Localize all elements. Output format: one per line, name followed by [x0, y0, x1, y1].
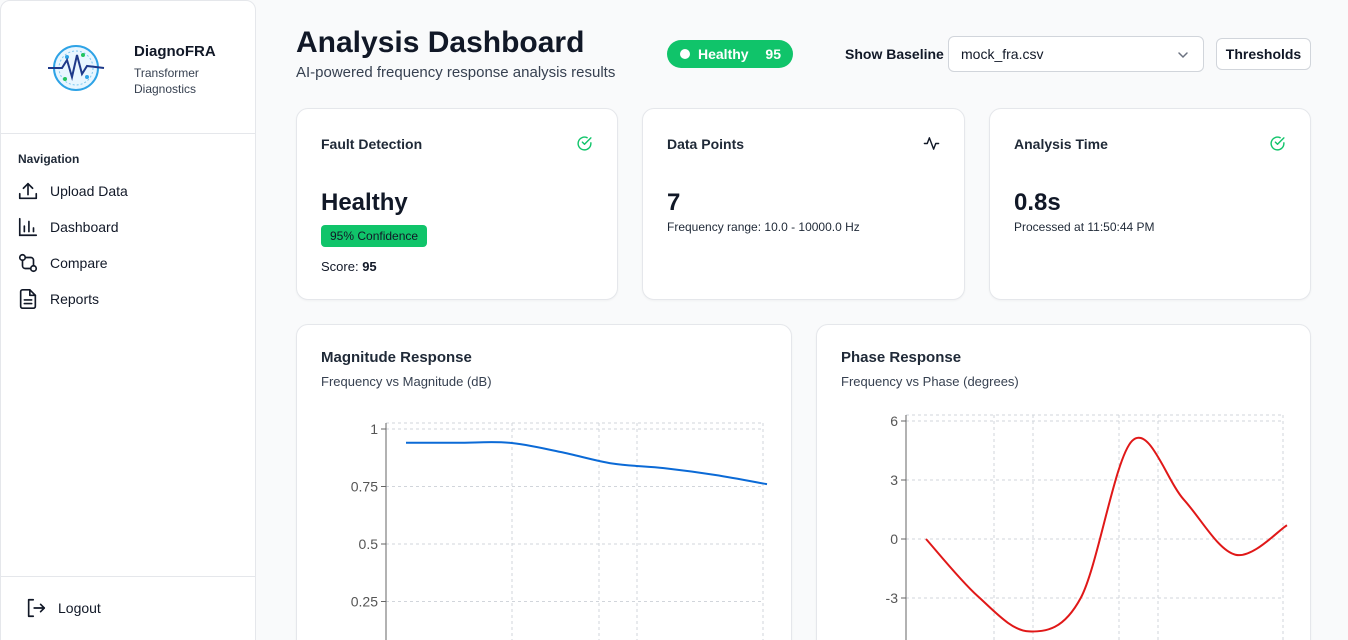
bar-chart-icon — [18, 217, 38, 237]
status-score: 95 — [765, 46, 781, 62]
analysis-time-value: 0.8s — [1014, 189, 1061, 216]
chevron-down-icon — [1178, 52, 1188, 59]
baseline-select-value: mock_fra.csv — [961, 46, 1044, 62]
card-title: Data Points — [667, 136, 745, 152]
baseline-label: Show Baseline — [845, 46, 944, 62]
score-text: Score: 95 — [321, 259, 377, 274]
frequency-range-text: Frequency range: 10.0 - 10000.0 Hz — [667, 220, 860, 234]
activity-icon — [923, 137, 940, 150]
sidebar: DiagnoFRA Transformer Diagnostics Naviga… — [0, 0, 256, 640]
processed-at-text: Processed at 11:50:44 PM — [1014, 220, 1155, 234]
baseline-select[interactable]: mock_fra.csv — [948, 36, 1204, 72]
sidebar-item-label: Upload Data — [50, 183, 128, 199]
page-subtitle: AI-powered frequency response analysis r… — [296, 64, 616, 81]
sidebar-item-dashboard[interactable]: Dashboard — [17, 213, 241, 241]
logout-label: Logout — [58, 600, 101, 616]
check-circle-icon — [1270, 136, 1285, 151]
data-points-value: 7 — [667, 189, 681, 216]
page-title: Analysis Dashboard — [296, 26, 585, 59]
card-title: Fault Detection — [321, 136, 423, 152]
y-tick-label: 0.25 — [351, 594, 378, 610]
data-points-card: Data Points 7 Frequency range: 10.0 - 10… — [642, 108, 965, 300]
series-line — [925, 436, 1288, 633]
sidebar-item-label: Dashboard — [50, 219, 119, 235]
compare-icon — [18, 253, 38, 273]
phase-chart: 6 3 0 -3 — [886, 413, 1288, 640]
brand-subtitle: Transformer Diagnostics — [134, 66, 199, 96]
logo-icon — [48, 45, 105, 91]
status-label: Healthy — [698, 46, 749, 62]
y-tick-label: 0 — [890, 531, 898, 547]
sidebar-item-label: Compare — [50, 255, 108, 271]
y-tick-label: 3 — [890, 472, 898, 488]
status-dot — [680, 49, 690, 59]
logout-button[interactable]: Logout — [25, 597, 101, 619]
y-tick-label: 0.5 — [359, 536, 379, 552]
series-line — [406, 441, 768, 486]
y-tick-label: 0.75 — [351, 479, 378, 495]
sidebar-item-reports[interactable]: Reports — [17, 285, 241, 313]
sidebar-item-compare[interactable]: Compare — [17, 249, 241, 277]
analysis-time-card: Analysis Time 0.8s Processed at 11:50:44… — [989, 108, 1311, 300]
sidebar-footer: Logout — [1, 576, 255, 640]
score-value: 95 — [362, 259, 377, 274]
logout-icon — [27, 598, 46, 618]
nav-heading: Navigation — [18, 152, 80, 166]
confidence-badge: 95% Confidence — [321, 225, 428, 247]
brand-header: DiagnoFRA Transformer Diagnostics — [1, 1, 255, 134]
sidebar-item-label: Reports — [50, 291, 100, 307]
y-tick-label: -3 — [886, 590, 899, 606]
card-title: Analysis Time — [1014, 136, 1108, 152]
y-tick-label: 6 — [890, 413, 898, 429]
status-badge: Healthy 95 — [667, 40, 793, 68]
brand-name: DiagnoFRA — [134, 43, 216, 60]
phase-chart-card: Phase Response Frequency vs Phase (degre… — [816, 324, 1311, 640]
sidebar-item-upload-data[interactable]: Upload Data — [17, 177, 241, 205]
fault-detection-card: Fault Detection Healthy 95% Confidence S… — [296, 108, 618, 300]
fault-status-value: Healthy — [321, 189, 408, 216]
thresholds-button[interactable]: Thresholds — [1216, 38, 1311, 70]
y-tick-label: 1 — [370, 421, 378, 437]
document-icon — [19, 289, 37, 309]
magnitude-chart-card: Magnitude Response Frequency vs Magnitud… — [296, 324, 792, 640]
magnitude-chart: 1 0.75 0.5 0.25 — [351, 421, 768, 640]
upload-icon — [18, 182, 38, 200]
score-label: Score: — [321, 259, 359, 274]
check-circle-icon — [577, 136, 592, 151]
